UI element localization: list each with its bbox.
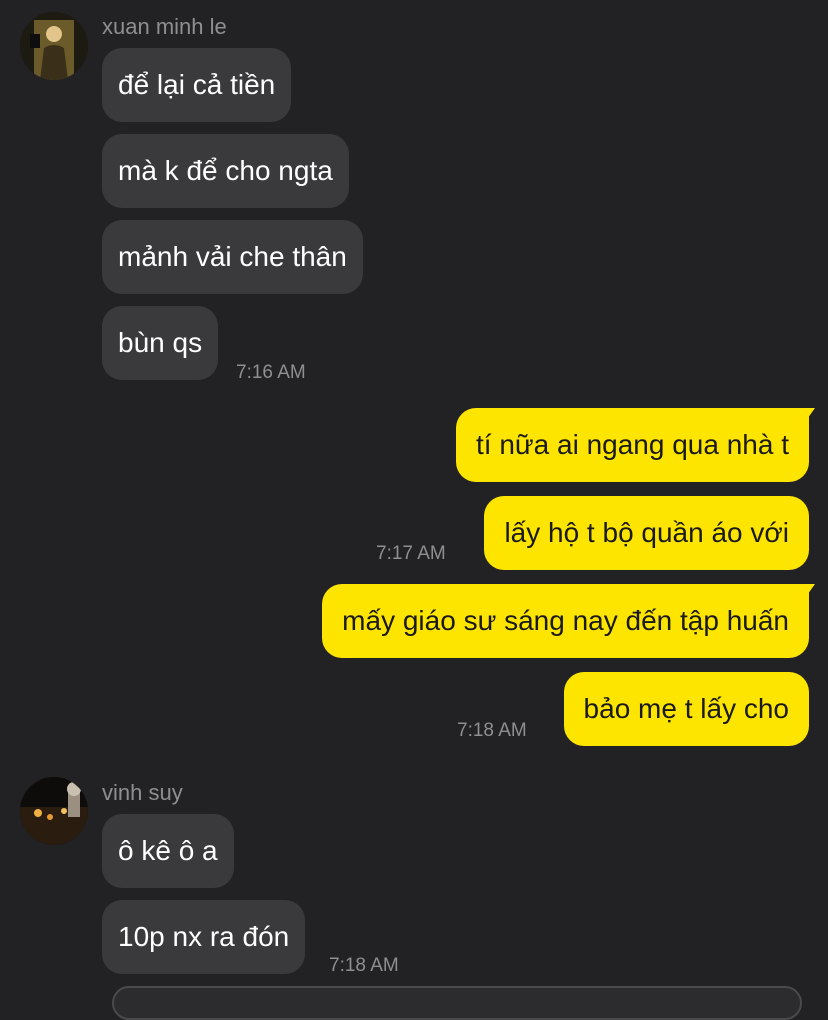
message-bubble[interactable]: để lại cả tiền: [102, 48, 292, 122]
message-timestamp: 7:16 AM: [236, 362, 306, 383]
message-bubble-outgoing[interactable]: mấy giáo sư sáng nay đến tập huấn: [322, 584, 815, 658]
avatar-xuan-minh-le[interactable]: [20, 12, 88, 80]
message-bubble[interactable]: ô kê ô a: [102, 814, 234, 888]
sender-name: vinh suy: [102, 780, 183, 805]
avatar-vinh-suy[interactable]: [20, 777, 88, 845]
message-bubble[interactable]: 10p nx ra đón: [102, 900, 306, 974]
message-input[interactable]: [112, 986, 802, 1020]
message-timestamp: 7:18 AM: [457, 720, 527, 741]
message-timestamp: 7:17 AM: [376, 543, 446, 564]
message-bubble[interactable]: mảnh vải che thân: [102, 220, 363, 294]
message-bubble-outgoing[interactable]: tí nữa ai ngang qua nhà t: [456, 408, 815, 482]
message-bubble[interactable]: bùn qs: [102, 306, 219, 380]
sender-name: xuan minh le: [102, 14, 227, 39]
message-timestamp: 7:18 AM: [329, 955, 399, 976]
message-bubble-outgoing[interactable]: lấy hộ t bộ quần áo với: [484, 496, 809, 570]
message-bubble[interactable]: mà k để cho ngta: [102, 134, 349, 208]
message-bubble-outgoing[interactable]: bảo mẹ t lấy cho: [563, 672, 809, 746]
